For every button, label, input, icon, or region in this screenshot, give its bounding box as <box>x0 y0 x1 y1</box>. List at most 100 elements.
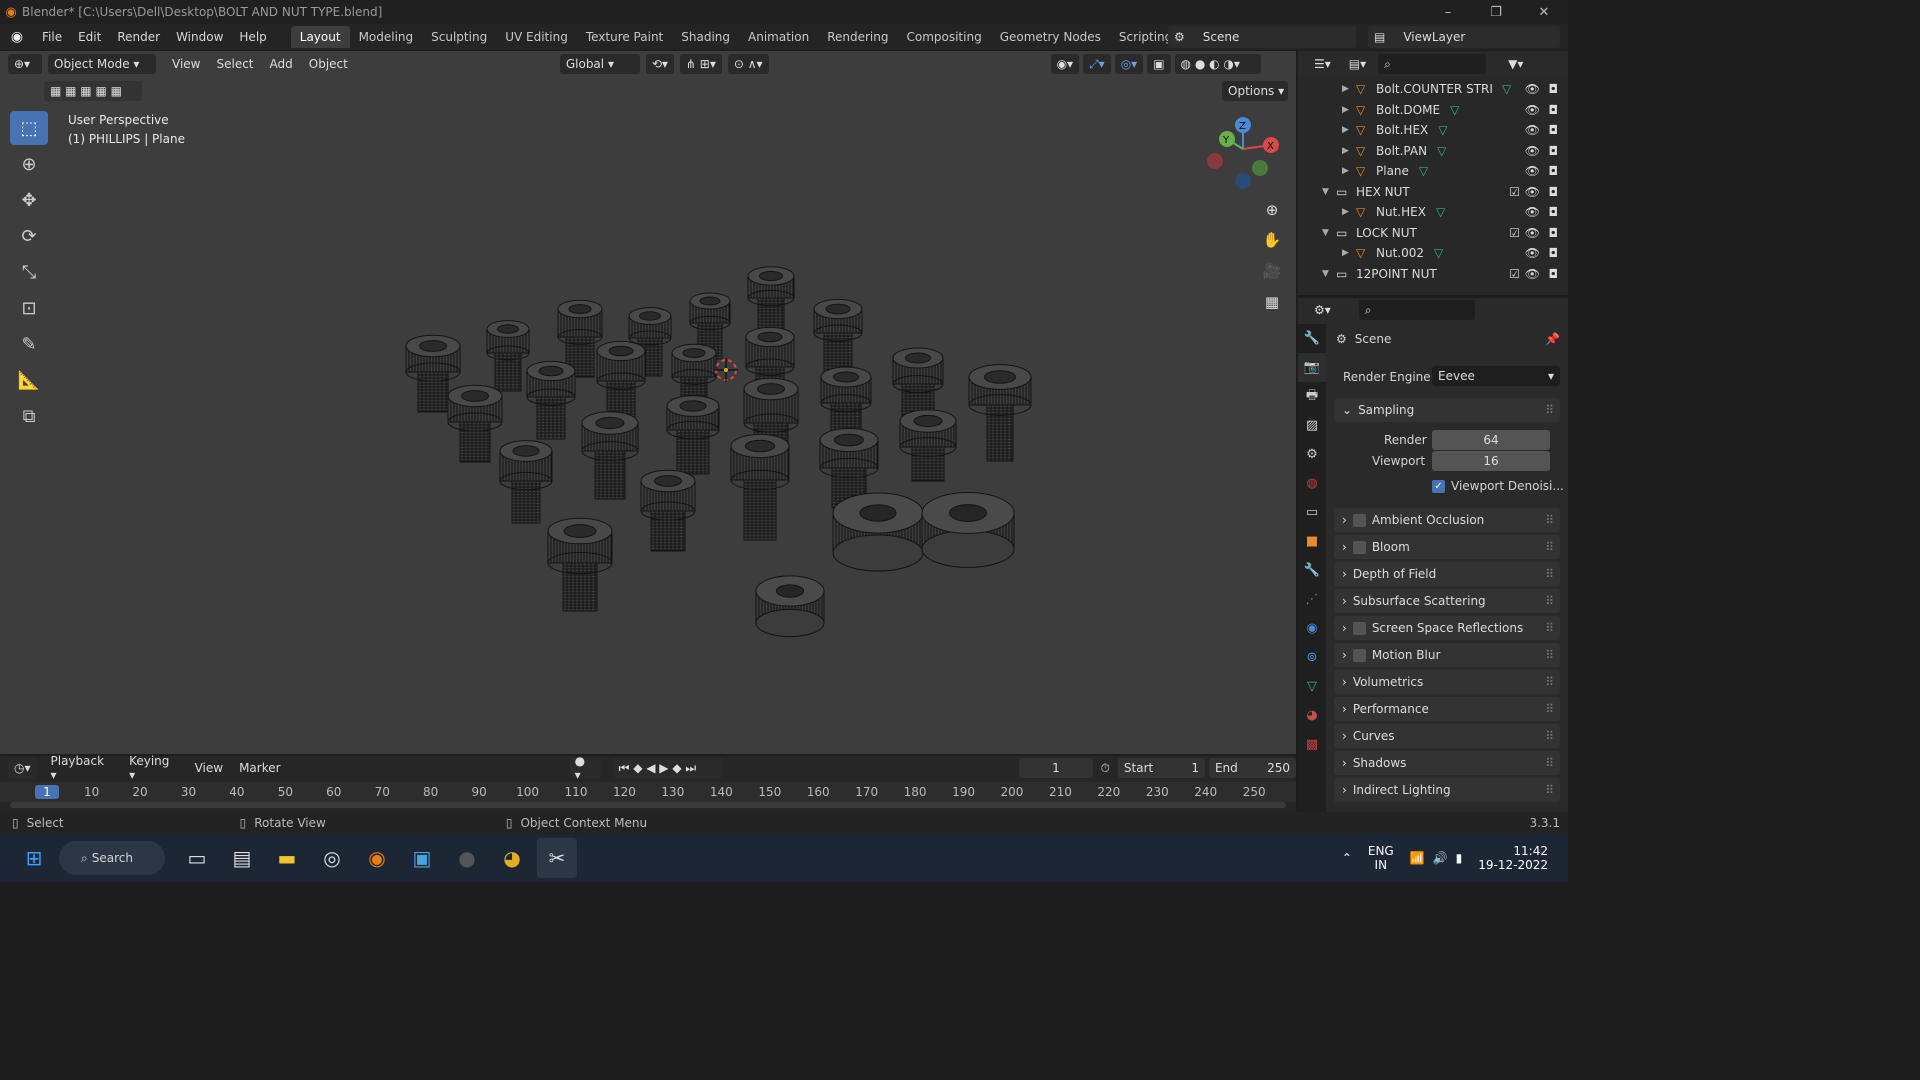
mesh-data-icon[interactable]: ▽ <box>1419 164 1428 178</box>
bolt-object[interactable] <box>499 440 553 524</box>
expand-arrow-icon[interactable]: ▼ <box>1322 228 1336 238</box>
properties-panel-header[interactable]: › Indirect Lighting ⠿ <box>1334 778 1560 802</box>
outliner-row[interactable]: ▶ ▽ Bolt.DOME ▽ 👁 ◘ <box>1298 100 1568 120</box>
texture-tab-icon[interactable]: ▩ <box>1298 730 1326 759</box>
filter-icon[interactable]: ▼▾ <box>1502 54 1530 74</box>
mesh-data-icon[interactable]: ▽ <box>1438 123 1447 137</box>
drag-handle-icon[interactable]: ⠿ <box>1545 621 1554 635</box>
bolt-object[interactable] <box>486 320 530 392</box>
properties-panel-header[interactable]: › Bloom ⠿ <box>1334 535 1560 559</box>
outliner-row[interactable]: ▶ ▽ Nut.002 ▽ 👁 ◘ <box>1298 243 1568 263</box>
physics-tab-icon[interactable]: ◉ <box>1298 614 1326 643</box>
outliner-row[interactable]: ▶ ▽ Bolt.HEX ▽ 👁 ◘ <box>1298 120 1568 140</box>
mesh-data-icon[interactable]: ▽ <box>1437 144 1446 158</box>
collection-tab-icon[interactable]: ▭ <box>1298 498 1326 527</box>
drag-handle-icon[interactable]: ⠿ <box>1545 729 1554 743</box>
bolt-object[interactable] <box>526 360 576 440</box>
bolt-object[interactable] <box>730 433 790 541</box>
properties-panel-header[interactable]: › Performance ⠿ <box>1334 697 1560 721</box>
bolt-object[interactable] <box>899 409 957 482</box>
visibility-eye-icon[interactable]: 👁 <box>1525 267 1540 281</box>
language-indicator[interactable]: ENG IN <box>1368 844 1394 872</box>
tab-animation[interactable]: Animation <box>739 26 818 48</box>
properties-panel-header[interactable]: › Shadows ⠿ <box>1334 751 1560 775</box>
properties-panel-header[interactable]: › Curves ⠿ <box>1334 724 1560 748</box>
expand-arrow-icon[interactable]: ▶ <box>1342 84 1356 94</box>
expand-arrow-icon[interactable]: ▶ <box>1342 166 1356 176</box>
stopwatch-icon[interactable]: ⏱ <box>1101 761 1110 776</box>
mesh-data-icon[interactable]: ▽ <box>1436 205 1445 219</box>
nut-object[interactable] <box>832 492 924 572</box>
timeline-menu-playback[interactable]: Playback ▾ <box>43 754 122 782</box>
blender-menu-icon[interactable]: ◉ <box>0 29 34 45</box>
windows-start-icon[interactable]: ⊞ <box>14 838 54 878</box>
nut-object[interactable] <box>921 492 1015 568</box>
timeline-menu-view[interactable]: View <box>187 761 231 775</box>
drag-handle-icon[interactable]: ⠿ <box>1545 783 1554 797</box>
expand-arrow-icon[interactable]: ▶ <box>1342 248 1356 258</box>
file-explorer-icon[interactable]: ▬ <box>267 838 307 878</box>
outliner-row[interactable]: ▶▽Bolt.COUNTER STRIKE▽👁◘ <box>1298 79 1568 99</box>
exclude-checkbox[interactable]: ☑ <box>1509 185 1520 199</box>
drag-handle-icon[interactable]: ⠿ <box>1545 513 1554 527</box>
drag-handle-icon[interactable]: ⠿ <box>1545 540 1554 554</box>
display-mode-icon[interactable]: ▤▾ <box>1342 54 1373 74</box>
current-frame-field[interactable]: 1 <box>1019 758 1093 778</box>
bolt-object[interactable] <box>813 298 863 374</box>
scene-selector[interactable]: ⚙ Scene <box>1168 26 1356 48</box>
drag-handle-icon[interactable]: ⠿ <box>1545 702 1554 716</box>
render-camera-icon[interactable]: ◘ <box>1549 246 1559 260</box>
render-camera-icon[interactable]: ◘ <box>1549 144 1559 158</box>
wifi-icon[interactable]: 📶 <box>1410 851 1425 865</box>
output-tab-icon[interactable]: 🖶 <box>1298 382 1326 411</box>
panel-enable-checkbox[interactable] <box>1352 648 1366 662</box>
app-icon-3[interactable]: ● <box>447 838 487 878</box>
mesh-data-icon[interactable]: ▽ <box>1450 103 1459 117</box>
exclude-checkbox[interactable]: ☑ <box>1509 267 1520 281</box>
bolt-object[interactable] <box>640 469 696 552</box>
photos-icon[interactable]: ▣ <box>402 838 442 878</box>
tab-shading[interactable]: Shading <box>672 26 739 48</box>
mesh-data-icon[interactable]: ▽ <box>1502 82 1511 96</box>
properties-panel-header[interactable]: › Motion Blur ⠿ <box>1334 643 1560 667</box>
bolt-object[interactable] <box>447 384 503 463</box>
visibility-eye-icon[interactable]: 👁 <box>1525 144 1540 158</box>
timeline-menu-marker[interactable]: Marker <box>231 761 288 775</box>
timeline-menu-keying[interactable]: Keying ▾ <box>121 754 187 782</box>
tab-rendering[interactable]: Rendering <box>818 26 897 48</box>
tray-chevron-icon[interactable]: ⌃ <box>1342 851 1352 865</box>
render-camera-icon[interactable]: ◘ <box>1549 123 1559 137</box>
bolt-object[interactable] <box>666 395 720 475</box>
render-samples-field[interactable]: 64 <box>1432 430 1550 450</box>
task-view-icon[interactable]: ▭ <box>177 838 217 878</box>
outliner-row[interactable]: ▶ ▽ Plane ▽ 👁 ◘ <box>1298 161 1568 181</box>
render-camera-icon[interactable]: ◘ <box>1549 226 1559 240</box>
app-icon-1[interactable]: ▤ <box>222 838 262 878</box>
visibility-eye-icon[interactable]: 👁 <box>1525 226 1540 240</box>
battery-icon[interactable]: ▮ <box>1456 851 1463 865</box>
drag-handle-icon[interactable]: ⠿ <box>1545 594 1554 608</box>
close-button[interactable]: ✕ <box>1520 0 1568 24</box>
playback-controls[interactable]: ⏮ ◆ ◀ ▶ ◆ ⏭ <box>612 758 724 778</box>
world-tab-icon[interactable]: ◍ <box>1298 469 1326 498</box>
render-tab-icon[interactable]: 📷 <box>1298 353 1326 382</box>
outliner-row[interactable]: ▼ ▭ HEX NUT ☑ 👁 ◘ <box>1298 182 1568 202</box>
start-frame-field[interactable]: Start 1 <box>1117 758 1205 778</box>
scene-tab-icon[interactable]: ⚙ <box>1298 440 1326 469</box>
visibility-eye-icon[interactable]: 👁 <box>1525 103 1540 117</box>
properties-search[interactable]: ⌕ <box>1358 300 1475 320</box>
drag-handle-icon[interactable]: ⠿ <box>1545 403 1554 417</box>
outliner-row[interactable]: ▼ ▭ LOCK NUT ☑ 👁 ◘ <box>1298 223 1568 243</box>
render-camera-icon[interactable]: ◘ <box>1549 205 1559 219</box>
drag-handle-icon[interactable]: ⠿ <box>1545 756 1554 770</box>
viewport-denoise-checkbox[interactable]: ✓ Viewport Denoisi... <box>1432 479 1564 493</box>
bolt-object[interactable] <box>968 364 1032 462</box>
timeline-editor-icon[interactable]: ◷▾ <box>8 758 37 778</box>
panel-enable-checkbox[interactable] <box>1352 540 1366 554</box>
properties-panel-header[interactable]: › Subsurface Scattering ⠿ <box>1334 589 1560 613</box>
properties-editor-icon[interactable]: ⚙▾ <box>1308 300 1337 320</box>
record-button-icon[interactable]: ● ▾ <box>568 754 601 782</box>
outliner-row[interactable]: ▶ ▽ Bolt.PAN ▽ 👁 ◘ <box>1298 141 1568 161</box>
visibility-eye-icon[interactable]: 👁 <box>1525 82 1540 96</box>
expand-arrow-icon[interactable]: ▶ <box>1342 105 1356 115</box>
